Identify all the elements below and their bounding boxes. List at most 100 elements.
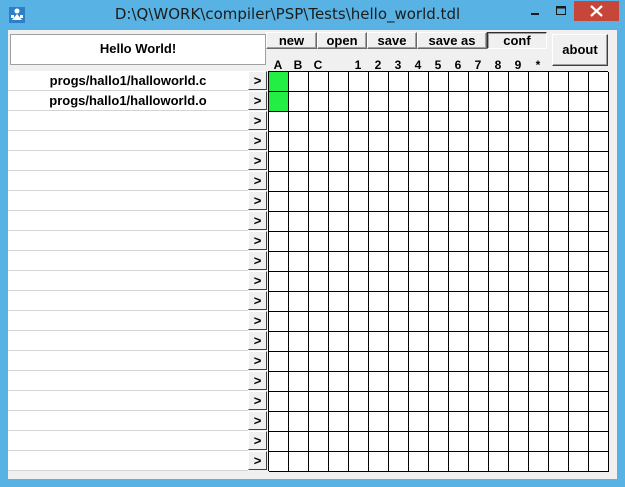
grid-cell[interactable] xyxy=(509,152,529,172)
grid-cell[interactable] xyxy=(549,412,569,432)
grid-cell[interactable] xyxy=(269,232,289,252)
grid-cell[interactable] xyxy=(449,72,469,92)
grid-cell[interactable] xyxy=(289,332,309,352)
grid-cell[interactable] xyxy=(369,372,389,392)
grid-cell[interactable] xyxy=(389,392,409,412)
row-arrow-button[interactable]: > xyxy=(248,71,267,90)
grid-cell[interactable] xyxy=(329,392,349,412)
grid-cell[interactable] xyxy=(589,172,609,192)
grid-cell[interactable] xyxy=(329,112,349,132)
grid-cell[interactable] xyxy=(449,452,469,472)
grid-cell[interactable] xyxy=(469,252,489,272)
grid-cell[interactable] xyxy=(529,72,549,92)
grid-cell[interactable] xyxy=(429,432,449,452)
grid-cell[interactable] xyxy=(449,392,469,412)
grid-cell[interactable] xyxy=(409,172,429,192)
grid-cell[interactable] xyxy=(469,412,489,432)
new-button[interactable]: new xyxy=(266,32,317,49)
row-arrow-button[interactable]: > xyxy=(248,351,267,370)
grid-cell[interactable] xyxy=(389,312,409,332)
grid-cell[interactable] xyxy=(469,312,489,332)
grid-cell[interactable] xyxy=(269,112,289,132)
grid-cell[interactable] xyxy=(309,372,329,392)
row-arrow-button[interactable]: > xyxy=(248,111,267,130)
grid-cell[interactable] xyxy=(489,292,509,312)
grid-cell[interactable] xyxy=(329,372,349,392)
grid-cell[interactable] xyxy=(469,92,489,112)
grid-cell[interactable] xyxy=(429,92,449,112)
grid-cell[interactable] xyxy=(349,192,369,212)
grid-cell[interactable] xyxy=(569,292,589,312)
grid-cell[interactable] xyxy=(489,432,509,452)
grid-cell[interactable] xyxy=(469,152,489,172)
grid-cell[interactable] xyxy=(509,92,529,112)
grid-cell[interactable] xyxy=(529,132,549,152)
grid-cell[interactable] xyxy=(409,292,429,312)
grid-cell[interactable] xyxy=(269,252,289,272)
grid-cell[interactable] xyxy=(529,252,549,272)
grid-cell[interactable] xyxy=(589,92,609,112)
grid-cell[interactable] xyxy=(389,192,409,212)
grid-cell[interactable] xyxy=(469,272,489,292)
grid-cell[interactable] xyxy=(289,432,309,452)
grid-cell[interactable] xyxy=(329,212,349,232)
grid-cell[interactable] xyxy=(349,92,369,112)
grid-cell[interactable] xyxy=(269,392,289,412)
grid-cell[interactable] xyxy=(329,132,349,152)
grid-cell[interactable] xyxy=(549,332,569,352)
row-arrow-button[interactable]: > xyxy=(248,411,267,430)
grid-cell[interactable] xyxy=(289,112,309,132)
row-arrow-button[interactable]: > xyxy=(248,231,267,250)
grid-cell[interactable] xyxy=(309,352,329,372)
grid-cell[interactable] xyxy=(329,412,349,432)
minimize-button[interactable] xyxy=(522,1,548,21)
grid-cell[interactable] xyxy=(469,432,489,452)
grid-cell[interactable] xyxy=(349,392,369,412)
grid-cell[interactable] xyxy=(489,152,509,172)
file-list-item[interactable]: progs/hallo1/halloworld.c xyxy=(8,71,248,91)
grid-cell[interactable] xyxy=(549,232,569,252)
grid-cell[interactable] xyxy=(489,112,509,132)
grid-cell[interactable] xyxy=(389,332,409,352)
grid-cell[interactable] xyxy=(569,252,589,272)
grid-cell[interactable] xyxy=(289,292,309,312)
grid-cell[interactable] xyxy=(449,292,469,312)
file-list-item[interactable] xyxy=(8,291,248,311)
grid-cell[interactable] xyxy=(289,352,309,372)
grid-cell[interactable] xyxy=(269,452,289,472)
grid-cell[interactable] xyxy=(569,192,589,212)
grid-cell[interactable] xyxy=(329,432,349,452)
grid-cell[interactable] xyxy=(409,272,429,292)
title-bar[interactable]: D:\Q\WORK\compiler\PSP\Tests\hello_world… xyxy=(0,0,625,30)
grid-cell[interactable] xyxy=(329,312,349,332)
grid-cell[interactable] xyxy=(549,372,569,392)
grid-cell[interactable] xyxy=(409,412,429,432)
file-list-item[interactable] xyxy=(8,111,248,131)
grid-cell[interactable] xyxy=(569,412,589,432)
grid-cell[interactable] xyxy=(369,292,389,312)
grid-cell[interactable] xyxy=(589,452,609,472)
grid-cell[interactable] xyxy=(509,332,529,352)
row-arrow-button[interactable]: > xyxy=(248,291,267,310)
grid-cell[interactable] xyxy=(489,272,509,292)
grid-cell[interactable] xyxy=(329,272,349,292)
grid-cell[interactable] xyxy=(269,432,289,452)
grid-cell[interactable] xyxy=(549,152,569,172)
grid-cell[interactable] xyxy=(489,132,509,152)
grid-cell[interactable] xyxy=(589,232,609,252)
grid-cell[interactable] xyxy=(449,172,469,192)
grid-cell[interactable] xyxy=(429,372,449,392)
row-arrow-button[interactable]: > xyxy=(248,391,267,410)
grid-cell[interactable] xyxy=(389,112,409,132)
grid-cell[interactable] xyxy=(569,172,589,192)
grid-cell[interactable] xyxy=(589,352,609,372)
grid-cell[interactable] xyxy=(429,292,449,312)
grid-cell[interactable] xyxy=(389,372,409,392)
grid-cell[interactable] xyxy=(269,332,289,352)
grid-cell[interactable] xyxy=(449,352,469,372)
grid-cell[interactable] xyxy=(289,192,309,212)
grid-cell[interactable] xyxy=(469,452,489,472)
grid-cell[interactable] xyxy=(369,312,389,332)
grid-cell[interactable] xyxy=(509,372,529,392)
grid-cell[interactable] xyxy=(269,312,289,332)
